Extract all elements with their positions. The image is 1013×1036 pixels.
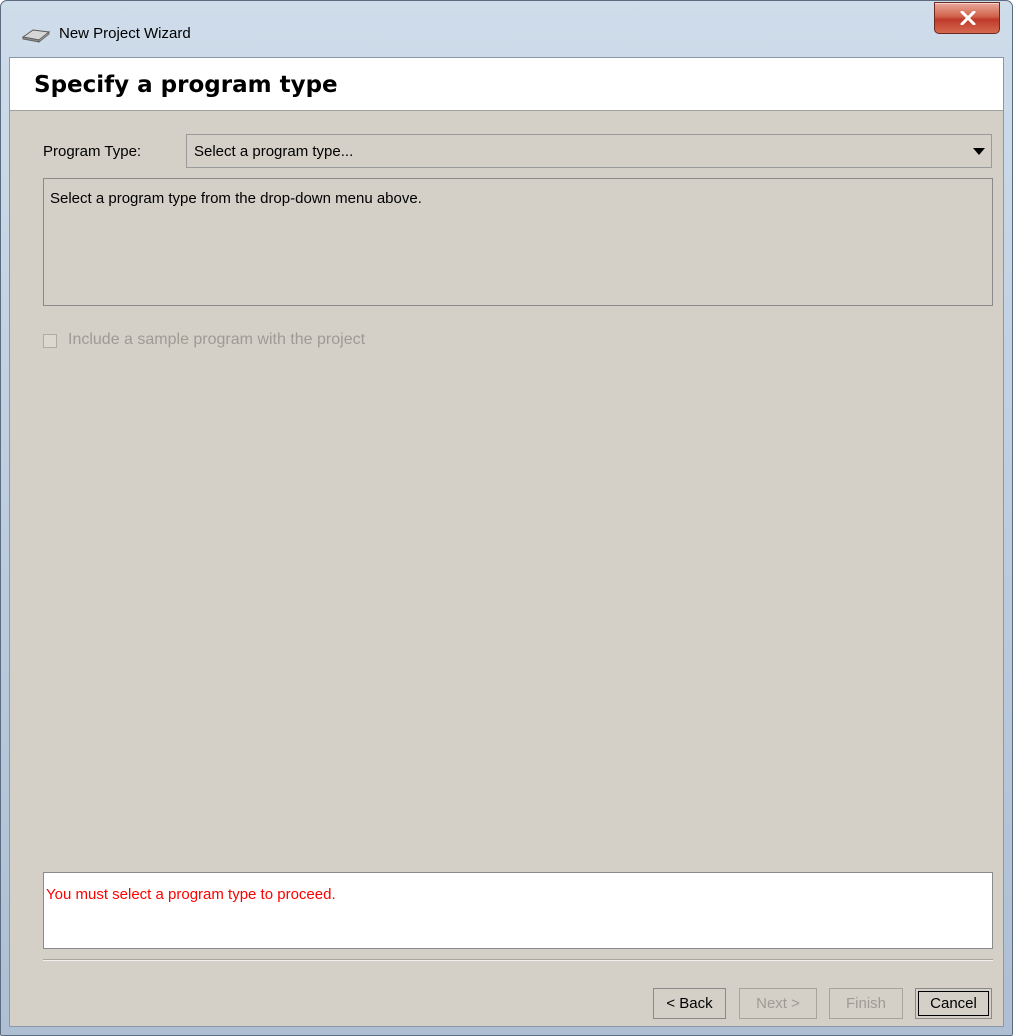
button-separator bbox=[43, 959, 993, 961]
close-button[interactable] bbox=[934, 2, 1000, 34]
cancel-button[interactable]: Cancel bbox=[915, 988, 992, 1019]
window-title: New Project Wizard bbox=[59, 25, 191, 42]
description-text: Select a program type from the drop-down… bbox=[50, 190, 422, 207]
program-type-dropdown[interactable]: Select a program type... bbox=[186, 134, 992, 168]
page-header: Specify a program type bbox=[10, 58, 1003, 111]
wizard-content: Specify a program type Program Type: Sel… bbox=[9, 57, 1004, 1027]
validation-message-box: You must select a program type to procee… bbox=[43, 872, 993, 949]
include-sample-label: Include a sample program with the projec… bbox=[68, 331, 366, 348]
validation-message: You must select a program type to procee… bbox=[46, 886, 336, 903]
program-type-selected-value: Select a program type... bbox=[194, 143, 354, 160]
back-button[interactable]: < Back bbox=[653, 988, 726, 1019]
chip-icon bbox=[21, 29, 51, 43]
close-icon bbox=[960, 11, 976, 25]
program-type-label: Program Type: bbox=[43, 143, 142, 160]
program-type-description: Select a program type from the drop-down… bbox=[43, 178, 993, 306]
page-title: Specify a program type bbox=[34, 72, 338, 98]
title-bar: New Project Wizard bbox=[1, 1, 1012, 57]
finish-button[interactable]: Finish bbox=[829, 988, 903, 1019]
chevron-down-icon bbox=[973, 148, 985, 155]
wizard-window: New Project Wizard Specify a program typ… bbox=[0, 0, 1013, 1036]
next-button[interactable]: Next > bbox=[739, 988, 817, 1019]
include-sample-checkbox[interactable] bbox=[43, 334, 57, 348]
